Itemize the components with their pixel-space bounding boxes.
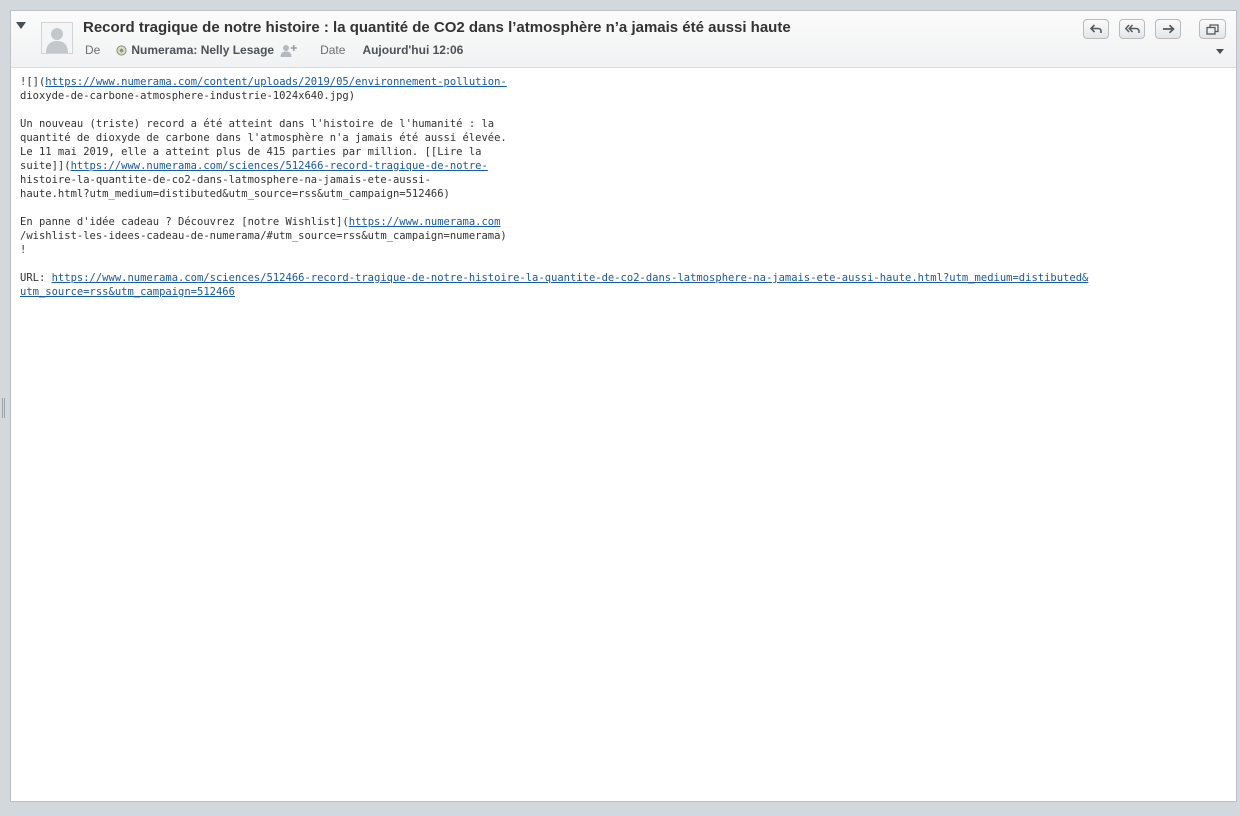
add-contact-icon[interactable] bbox=[280, 44, 298, 57]
sender-name[interactable]: Numerama: Nelly Lesage bbox=[131, 43, 274, 57]
message-body: ![](https://www.numerama.com/content/upl… bbox=[20, 75, 1220, 299]
body-text: En panne d'idée cadeau ? Découvrez [notr… bbox=[20, 216, 349, 228]
body-link[interactable]: https://www.numerama.com bbox=[349, 216, 501, 228]
reply-button[interactable] bbox=[1083, 19, 1109, 39]
body-text: suite]]( bbox=[20, 160, 71, 172]
body-text: Un nouveau (triste) record a été atteint… bbox=[20, 118, 495, 130]
message-frame: Record tragique de notre histoire : la q… bbox=[10, 10, 1237, 802]
date-label: Date bbox=[320, 43, 346, 57]
body-text: /wishlist-les-idees-cadeau-de-numerama/#… bbox=[20, 230, 507, 242]
body-text: quantité de dioxyde de carbone dans l'at… bbox=[20, 132, 507, 144]
message-subject: Record tragique de notre histoire : la q… bbox=[83, 19, 791, 36]
message-header: Record tragique de notre histoire : la q… bbox=[11, 11, 1236, 68]
sender-avatar-icon bbox=[116, 44, 127, 56]
from-label: De bbox=[85, 43, 101, 57]
reply-all-button[interactable] bbox=[1119, 19, 1145, 39]
reply-icon bbox=[1090, 24, 1102, 33]
body-text: URL: bbox=[20, 272, 52, 284]
pane-resize-handle[interactable] bbox=[2, 398, 7, 418]
more-options-toggle[interactable] bbox=[1216, 49, 1224, 54]
body-text: Le 11 mai 2019, elle a atteint plus de 4… bbox=[20, 146, 482, 158]
forward-button[interactable] bbox=[1155, 19, 1181, 39]
open-new-window-button[interactable] bbox=[1199, 19, 1226, 39]
url-link[interactable]: utm_source=rss&utm_campaign=512466 bbox=[20, 286, 235, 298]
collapse-headers-toggle[interactable] bbox=[16, 22, 26, 29]
person-silhouette-icon bbox=[46, 28, 68, 53]
reply-all-icon bbox=[1124, 24, 1140, 33]
body-text: haute.html?utm_medium=distibuted&utm_sou… bbox=[20, 188, 450, 200]
body-link[interactable]: https://www.numerama.com/content/uploads… bbox=[45, 76, 506, 88]
forward-icon bbox=[1162, 24, 1175, 34]
body-text: ! bbox=[20, 244, 27, 256]
url-link[interactable]: https://www.numerama.com/sciences/512466… bbox=[52, 272, 1089, 284]
avatar bbox=[41, 22, 73, 54]
body-text: ![]( bbox=[20, 76, 46, 88]
message-meta: De Numerama: Nelly Lesage Date Aujourd'h… bbox=[85, 42, 463, 58]
date-value: Aujourd'hui 12:06 bbox=[362, 43, 464, 57]
body-link[interactable]: https://www.numerama.com/sciences/512466… bbox=[71, 160, 488, 172]
body-text: dioxyde-de-carbone-atmosphere-industrie-… bbox=[20, 90, 356, 102]
new-window-icon bbox=[1206, 23, 1219, 35]
body-text: histoire-la-quantite-de-co2-dans-latmosp… bbox=[20, 174, 431, 186]
